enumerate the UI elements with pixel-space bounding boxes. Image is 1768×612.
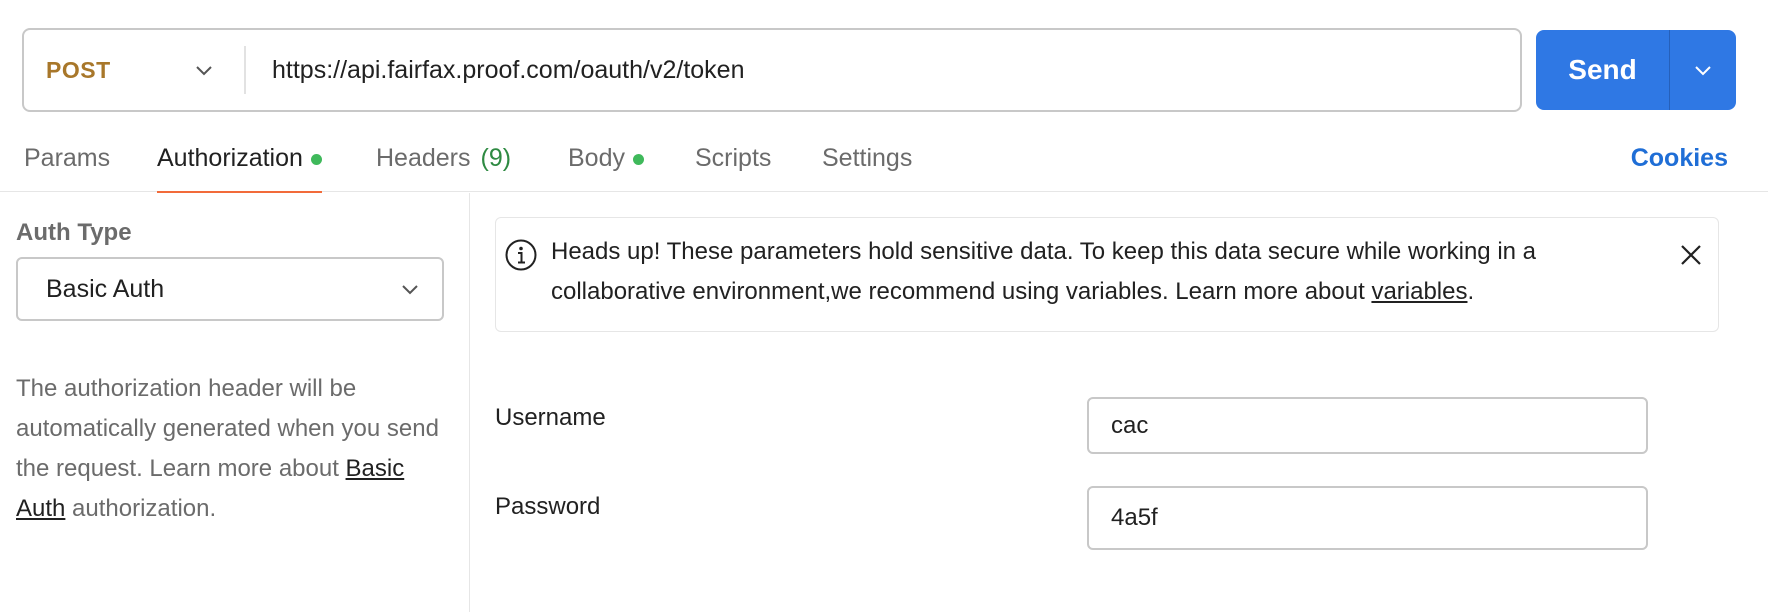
auth-description: The authorization header will be automat… <box>16 369 446 529</box>
tab-scripts[interactable]: Scripts <box>695 136 771 192</box>
tab-authorization[interactable]: Authorization <box>157 136 322 193</box>
info-icon <box>505 239 537 271</box>
close-icon[interactable] <box>1676 240 1706 270</box>
tab-label: Params <box>24 144 111 172</box>
auth-type-label: Auth Type <box>16 219 132 246</box>
modified-dot <box>632 154 644 165</box>
tab-body[interactable]: Body <box>568 136 644 192</box>
tab-label: Settings <box>822 144 913 172</box>
username-label: Username <box>495 404 606 431</box>
auth-type-select[interactable]: Basic Auth <box>16 257 444 321</box>
tab-headers[interactable]: Headers (9) <box>376 136 511 192</box>
send-button[interactable]: Send <box>1536 30 1670 110</box>
password-input[interactable] <box>1087 486 1648 550</box>
username-input[interactable] <box>1087 397 1648 454</box>
url-input[interactable] <box>246 55 1520 85</box>
sensitive-data-alert: Heads up! These parameters hold sensitiv… <box>495 217 1719 332</box>
cookies-link[interactable]: Cookies <box>1631 144 1728 173</box>
chevron-down-icon <box>1695 66 1711 76</box>
request-url-bar: POST <box>22 28 1522 112</box>
alert-message: Heads up! These parameters hold sensitiv… <box>551 232 1621 312</box>
auth-description-suffix: authorization. <box>65 495 217 522</box>
password-label: Password <box>495 493 601 520</box>
tab-label: Headers <box>376 144 471 172</box>
chevron-down-icon <box>196 66 212 76</box>
method-label: POST <box>46 56 111 83</box>
variables-link[interactable]: variables <box>1371 278 1467 305</box>
tab-params[interactable]: Params <box>24 136 110 192</box>
tab-settings[interactable]: Settings <box>822 136 912 192</box>
send-options-button[interactable] <box>1670 30 1736 110</box>
send-button-group: Send <box>1536 30 1736 110</box>
request-tabs: Params Authorization Headers (9) Body Sc… <box>0 136 1768 193</box>
alert-text-end: . <box>1467 278 1475 305</box>
tab-label: Scripts <box>695 144 772 172</box>
modified-dot <box>310 154 322 165</box>
auth-type-value: Basic Auth <box>46 274 165 303</box>
tab-label: Authorization <box>157 144 303 172</box>
headers-count: (9) <box>480 144 512 172</box>
auth-type-panel: Auth Type Basic Auth The authorization h… <box>0 193 470 612</box>
method-select[interactable]: POST <box>24 46 246 94</box>
tab-label: Body <box>568 144 625 172</box>
chevron-down-icon <box>402 285 418 295</box>
